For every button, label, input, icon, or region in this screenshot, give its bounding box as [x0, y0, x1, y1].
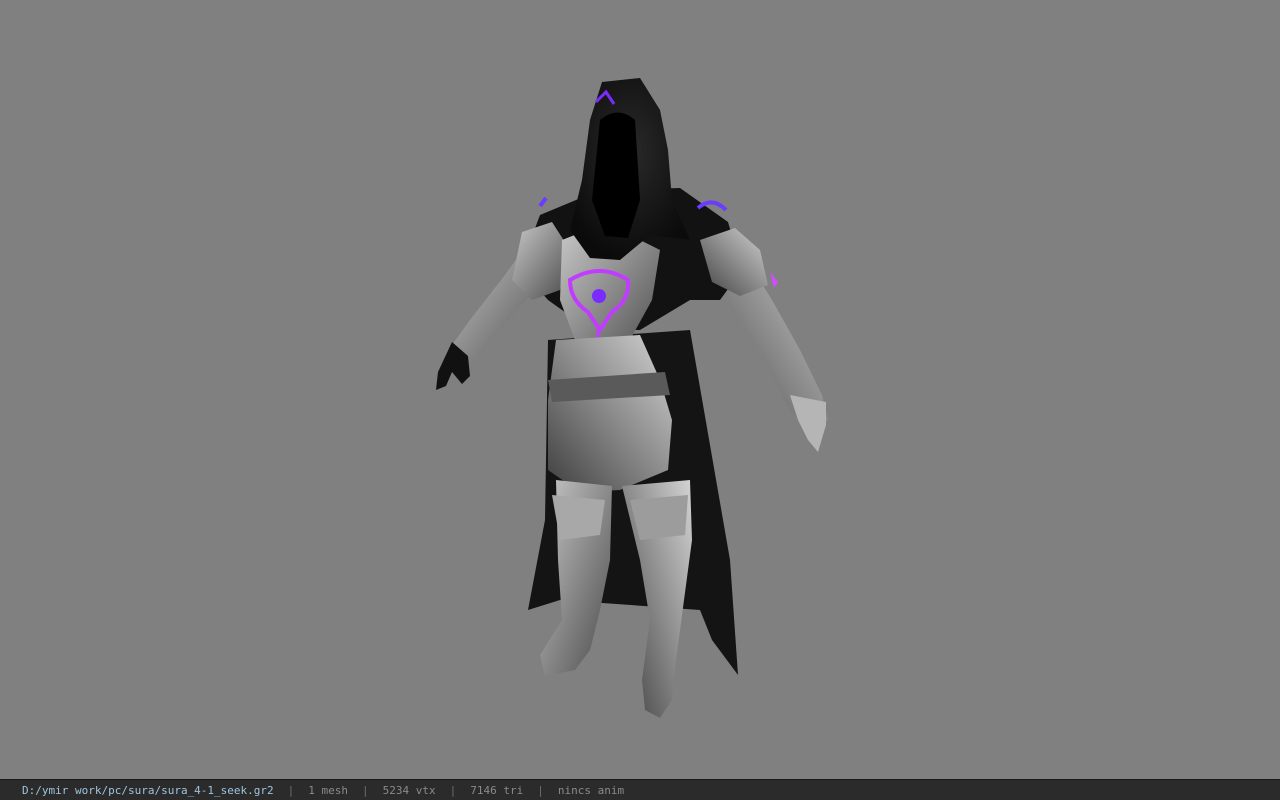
mesh-count: 1 mesh [308, 783, 349, 797]
right-knee [630, 495, 688, 540]
triangle-count: 7146 tri [470, 783, 524, 797]
character-model [436, 78, 828, 718]
3d-viewport[interactable] [0, 0, 1280, 779]
file-path: D:/ymir work/pc/sura/sura_4-1_seek.gr2 [22, 783, 274, 797]
chest-emblem-core [592, 289, 606, 303]
vertex-count: 5234 vtx [382, 783, 436, 797]
separator: | [537, 783, 544, 797]
shoulder-glyph-left [538, 196, 548, 208]
separator: | [287, 783, 295, 797]
left-knee [552, 495, 605, 540]
separator: | [362, 783, 369, 797]
right-arm-glow [770, 272, 778, 288]
status-bar: D:/ymir work/pc/sura/sura_4-1_seek.gr2 |… [0, 779, 1280, 800]
hood-opening [592, 112, 640, 238]
separator: | [449, 783, 457, 797]
animation-status: nincs anim [557, 783, 625, 797]
right-gauntlet [790, 395, 826, 452]
